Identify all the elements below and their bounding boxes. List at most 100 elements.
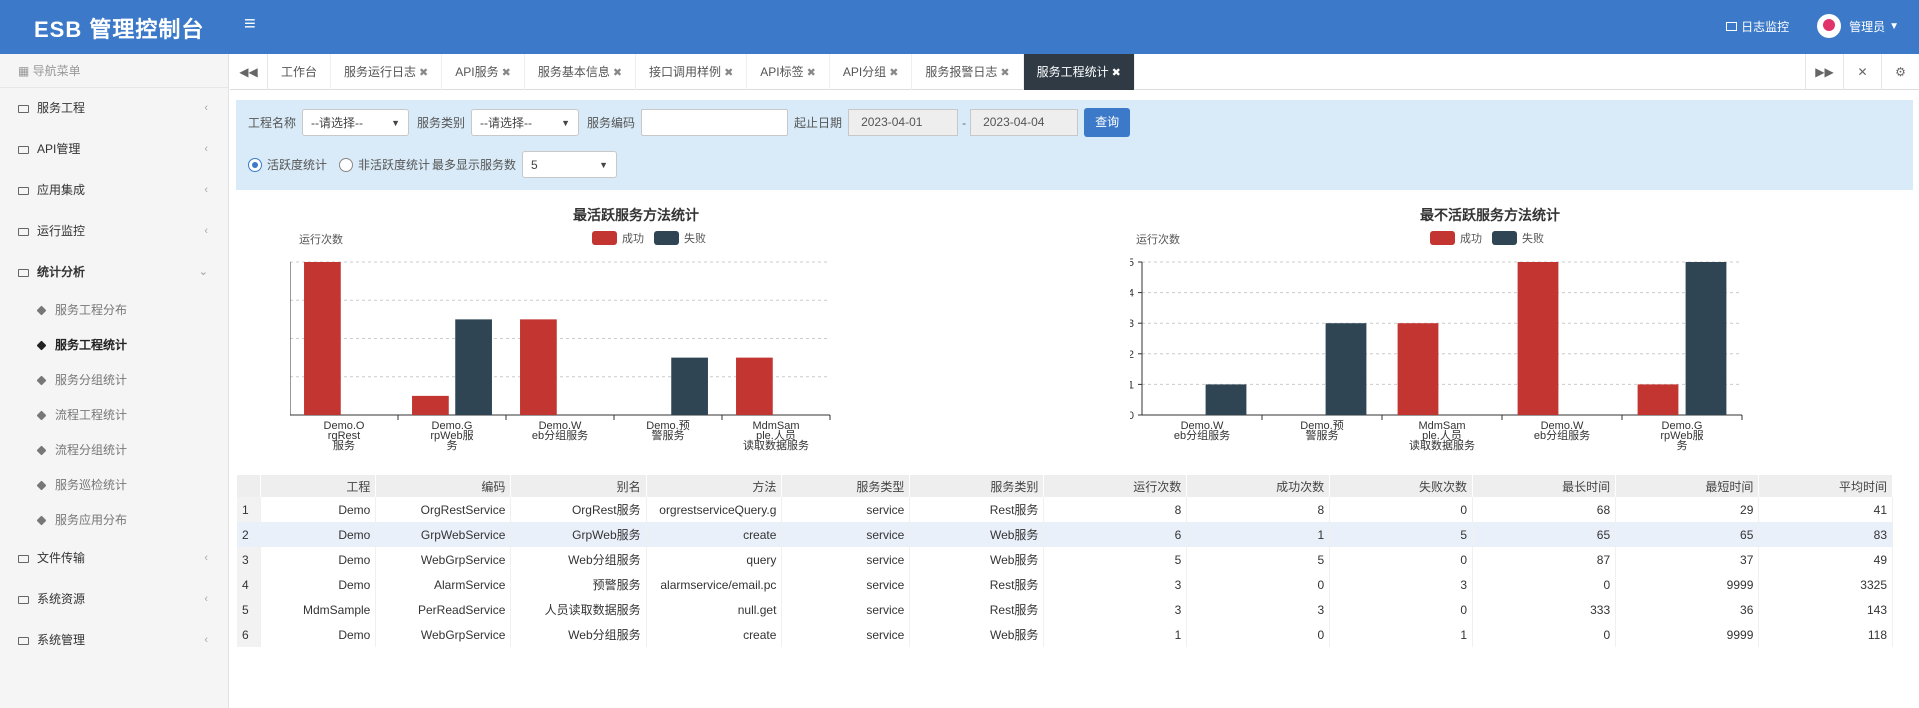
close-icon[interactable]: ✖ [1000,67,1009,79]
close-icon[interactable]: ✖ [419,67,428,79]
tab-service-info[interactable]: 服务基本信息 ✖ [525,54,637,90]
tab-workbench[interactable]: 工作台 [268,54,332,90]
column-header[interactable]: 最长时间 [1472,475,1617,497]
sidebar-item-statistics[interactable]: 统计分析 ⌄ [0,252,228,293]
x-tick-label: 警服务 [652,428,685,442]
sidebar-subitem-project-distribution[interactable]: 服务工程分布 [0,293,228,328]
sidebar-item-monitor[interactable]: 运行监控 ‹ [0,211,228,252]
filter-row-2: 活跃度统计 非活跃度统计 最多显示服务数 5 ▼ [248,151,618,178]
table-row[interactable]: 5 MdmSample PerReadService 人员读取数据服务 null.get… [237,597,1893,622]
project-select[interactable]: --请选择-- ▼ [302,109,410,136]
column-header[interactable] [237,475,262,497]
query-button[interactable]: 查询 [1084,108,1131,137]
close-icon[interactable]: ✖ [613,67,622,79]
tab-service-run-log[interactable]: 服务运行日志 ✖ [331,54,443,90]
tabs-scroll-right-icon[interactable]: ▶▶ [1805,54,1843,90]
sidebar-item-file-transfer[interactable]: 文件传输 ‹ [0,538,228,579]
table-row[interactable]: 4 Demo AlarmService 预警服务 alarmservice/email.… [237,572,1893,597]
sidebar-item-api[interactable]: API管理 ‹ [0,129,228,170]
category-select[interactable]: --请选择-- ▼ [471,109,580,136]
table-cell: 0 [1329,597,1474,622]
table-cell: Demo [260,547,377,572]
user-name[interactable]: 管理员 [1849,18,1885,35]
tab-alarm-log[interactable]: 服务报警日志 ✖ [912,54,1024,90]
folder-icon [18,104,29,113]
column-header[interactable]: 成功次数 [1186,475,1331,497]
column-header[interactable]: 别名 [510,475,647,497]
y-tick-label: 4 [1130,288,1134,300]
column-header[interactable]: 最短时间 [1615,475,1760,497]
column-header[interactable]: 平均时间 [1758,475,1893,497]
code-input[interactable] [641,109,789,136]
legend-success[interactable]: 成功 [592,230,644,246]
column-header[interactable]: 运行次数 [1043,475,1188,497]
log-monitor-link[interactable]: 日志监控 [1726,18,1789,35]
close-icon[interactable]: ✖ [724,67,733,79]
table-cell: 36 [1615,597,1760,622]
close-icon[interactable]: ✖ [502,67,511,79]
sidebar-header-label: 导航菜单 [32,64,81,78]
sidebar-item-service-project[interactable]: 服务工程 ‹ [0,88,228,129]
legend-fail[interactable]: 失败 [654,230,706,246]
table-cell: 9999 [1615,572,1760,597]
sidebar-subitem-inspection[interactable]: 服务巡检统计 [0,468,228,503]
sidebar-item-label: 应用集成 [37,183,86,197]
table-cell: create [646,522,783,547]
sidebar-subitem-flow-group[interactable]: 流程分组统计 [0,433,228,468]
table-cell: service [781,522,911,547]
tabs-scroll-left-icon[interactable]: ◀◀ [230,54,268,90]
close-icon[interactable]: ✖ [889,67,898,79]
table-cell: Demo [260,572,377,597]
legend-success[interactable]: 成功 [1430,230,1482,246]
sidebar-subitem-app-distribution[interactable]: 服务应用分布 [0,503,228,538]
date-to-input[interactable]: 2023-04-04 [970,109,1079,136]
sidebar-item-system-resources[interactable]: 系统资源 ‹ [0,579,228,620]
tab-api-group[interactable]: API分组 ✖ [830,54,913,90]
sidebar-item-system-admin[interactable]: 系统管理 ‹ [0,620,228,661]
gear-icon[interactable]: ⚙ [1881,54,1919,90]
tab-project-statistics[interactable]: 服务工程统计 ✖ [1023,54,1135,90]
table-row[interactable]: 3 Demo WebGrpService Web分组服务 query service Web… [237,547,1893,572]
column-header[interactable]: 编码 [375,475,512,497]
column-header[interactable]: 方法 [646,475,783,497]
table-row[interactable]: 6 Demo WebGrpService Web分组服务 create service We… [237,622,1893,647]
folder-icon [18,636,29,645]
sidebar-item-integration[interactable]: 应用集成 ‹ [0,170,228,211]
radio-active-stat[interactable] [248,157,262,172]
sidebar-item-label: 系统资源 [37,592,86,606]
date-from-input[interactable]: 2023-04-01 [848,109,959,136]
sidebar-subitem-flow-project[interactable]: 流程工程统计 [0,398,228,433]
close-icon[interactable]: ✖ [1112,67,1121,79]
tab-api-tag[interactable]: API标签 ✖ [747,54,830,90]
legend-success-swatch [592,231,617,245]
table-cell: 9999 [1615,622,1760,647]
radio-inactive-stat[interactable] [339,157,354,172]
column-header[interactable]: 服务类别 [909,475,1045,497]
tab-call-sample[interactable]: 接口调用样例 ✖ [636,54,748,90]
sidebar-subitem-project-statistics[interactable]: 服务工程统计 [0,328,228,363]
table-row[interactable]: 2 Demo GrpWebService GrpWeb服务 create service W… [237,522,1893,547]
column-header[interactable]: 服务类型 [781,475,911,497]
close-all-icon[interactable]: ✕ [1843,54,1881,90]
tab-api-service[interactable]: API服务 ✖ [442,54,525,90]
table-cell: Web分组服务 [510,547,647,572]
folder-icon [18,554,29,563]
chevron-down-icon: ▼ [561,117,571,128]
filter-row-1: 工程名称 --请选择-- ▼ 服务类别 --请选择-- ▼ 服务编码 起止日期 20… [248,108,1131,137]
max-count-select[interactable]: 5 ▼ [522,151,618,178]
close-icon[interactable]: ✖ [807,67,816,79]
caret-down-icon[interactable]: ▼ [1889,21,1899,32]
legend-fail[interactable]: 失败 [1492,230,1544,246]
sidebar-subitem-group-statistics[interactable]: 服务分组统计 [0,363,228,398]
column-header[interactable]: 失败次数 [1329,475,1474,497]
sidebar-item-label: 系统管理 [37,633,86,647]
table-cell: OrgRestService [375,497,512,522]
x-tick-label: 服务 [333,439,355,452]
table-row[interactable]: 1 Demo OrgRestService OrgRest服务 orgrestservi… [237,497,1893,522]
chart2-title: 最不活跃服务方法统计 [1420,207,1560,223]
column-header[interactable]: 工程 [260,475,377,497]
avatar[interactable] [1817,14,1842,38]
menu-toggle-icon[interactable]: ≡ [244,13,256,36]
table-cell: 1 [1043,622,1188,647]
table-cell: 0 [1329,547,1474,572]
